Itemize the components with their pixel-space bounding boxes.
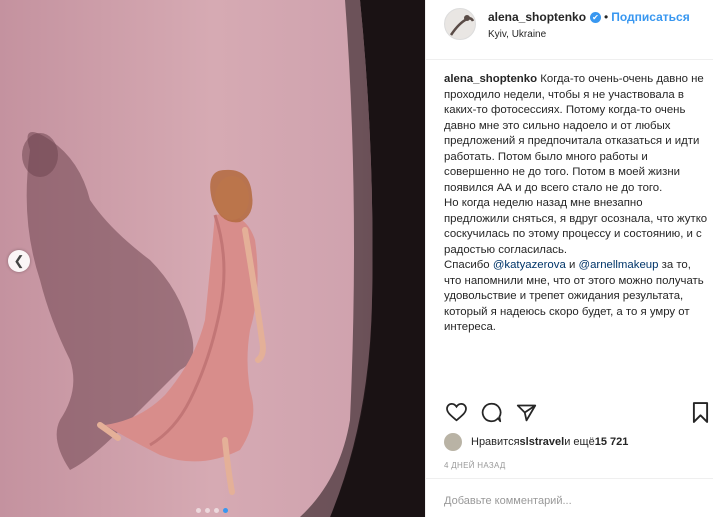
comment-bubble-icon[interactable] [481,402,502,428]
post-location[interactable]: Kyiv, Ukraine [488,29,690,40]
separator-dot: • [604,10,609,24]
liker-username[interactable]: slstravel [520,436,565,448]
heart-icon[interactable] [446,402,467,427]
carousel-dot [214,508,219,513]
author-username[interactable]: alena_shoptenko [488,10,586,24]
likes-summary[interactable]: Нравится slstravel и ещё 15 721 [444,433,628,451]
liker-avatar[interactable] [444,433,462,451]
post-side-panel: alena_shoptenko ✔ • Подписаться Kyiv, Uk… [425,0,713,517]
caption-username[interactable]: alena_shoptenko [444,73,537,85]
share-icon[interactable] [516,402,537,428]
caption-text-3-pre: Спасибо [444,259,493,271]
carousel-indicator [196,508,228,513]
carousel-dot-active [223,508,228,513]
post-caption: alena_shoptenko Когда-то очень-очень дав… [444,72,710,336]
bookmark-icon[interactable] [692,402,709,428]
comment-input[interactable] [444,495,684,507]
likes-prefix: Нравится [471,436,520,448]
likes-middle: и ещё [564,436,595,448]
mention-link-katyazerova[interactable]: @katyazerova [493,259,566,271]
post-header: alena_shoptenko ✔ • Подписаться Kyiv, Uk… [426,0,713,60]
likes-count[interactable]: 15 721 [595,436,629,448]
caption-and-word: и [565,259,579,271]
post-timestamp[interactable]: 4 ДНЕЙ НАЗАД [444,461,506,470]
caption-text-1: Когда-то очень-очень давно не проходило … [444,73,704,194]
prev-image-button[interactable]: ❮ [8,250,30,272]
author-avatar[interactable] [444,8,476,40]
caption-text-2: Но когда неделю назад мне внезапно предл… [444,197,708,256]
mention-link-arnellmakeup[interactable]: @arnellmakeup [579,259,659,271]
chevron-left-icon: ❮ [13,253,25,268]
verified-badge-icon: ✔ [590,11,602,23]
carousel-dot [205,508,210,513]
post-photo[interactable]: ❮ [0,0,425,517]
follow-button[interactable]: Подписаться [611,10,689,24]
carousel-dot [196,508,201,513]
comment-area [426,478,713,517]
photo-image [0,0,425,517]
post-actions [446,402,551,428]
